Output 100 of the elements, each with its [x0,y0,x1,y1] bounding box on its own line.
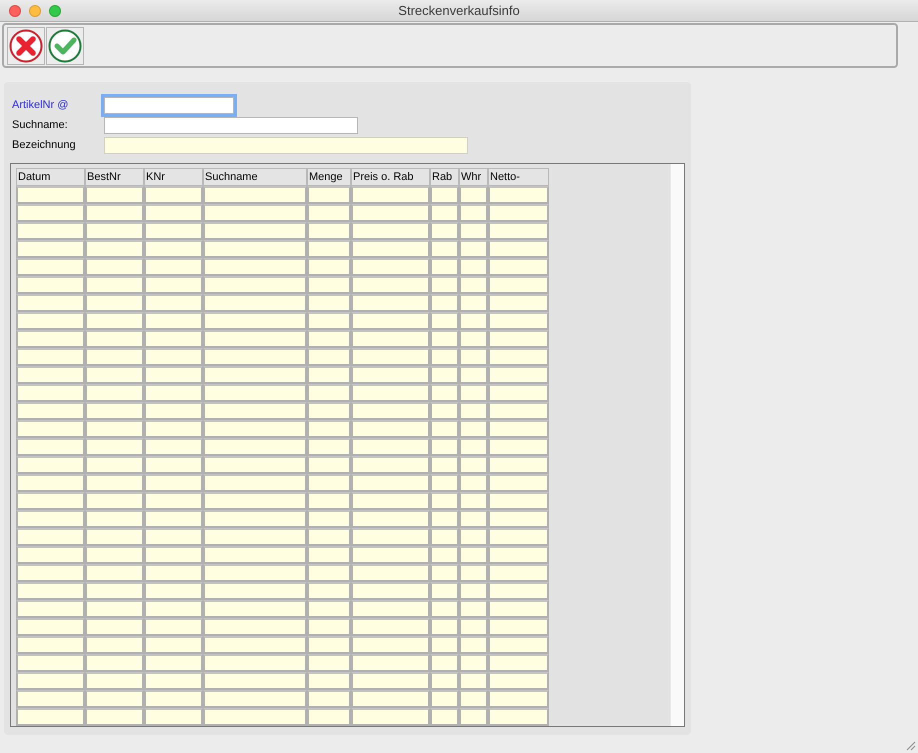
table-cell [307,330,351,348]
column-header[interactable]: KNr [144,168,203,186]
table-cell [488,708,549,726]
table-cell [85,636,144,654]
column-header[interactable]: Menge [307,168,351,186]
table-cell [16,564,85,582]
table-cell [488,582,549,600]
table-cell [144,438,203,456]
column-header[interactable]: Netto- [488,168,549,186]
confirm-button[interactable] [46,26,84,64]
table-cell [16,474,85,492]
table-cell [307,546,351,564]
table-cell [488,384,549,402]
table-cell [488,204,549,222]
table-cell [144,690,203,708]
table-cell [430,546,459,564]
table-cell [307,510,351,528]
table-cell [430,258,459,276]
table-cell [144,204,203,222]
table-cell [488,240,549,258]
table-cell [307,402,351,420]
table-cell [459,186,488,204]
window-title: Streckenverkaufsinfo [398,2,520,20]
table-cell [430,690,459,708]
table-cell [459,690,488,708]
table-cell [144,618,203,636]
table-cell [144,258,203,276]
table-cell [430,474,459,492]
table-cell [307,492,351,510]
table-cell [144,546,203,564]
table-cell [85,330,144,348]
table-cell [488,348,549,366]
table-cell [16,276,85,294]
table-cell [430,510,459,528]
minimize-window-icon[interactable] [29,4,41,16]
table-cell [16,708,85,726]
input-field[interactable] [104,96,234,114]
table-cell [307,438,351,456]
column-header[interactable]: Whr [459,168,488,186]
table-cell [459,330,488,348]
table-cell [16,330,85,348]
cancel-button[interactable] [7,26,45,64]
table-cell [488,636,549,654]
table-cell [144,600,203,618]
table-cell [307,618,351,636]
column-header[interactable]: Rab [430,168,459,186]
input-field[interactable] [104,116,358,134]
table-cell [459,402,488,420]
table-cell [16,420,85,438]
column-header[interactable]: Preis o. Rab [351,168,430,186]
table-cell [16,510,85,528]
table-cell [307,312,351,330]
table-cell [459,582,488,600]
table-cell [430,618,459,636]
table-cell [307,708,351,726]
table-cell [144,240,203,258]
table-cell [488,456,549,474]
table-cell [16,186,85,204]
column-header[interactable]: BestNr [85,168,144,186]
close-window-icon[interactable] [9,4,21,16]
table-cell [16,222,85,240]
table-cell [16,546,85,564]
table-cell [459,222,488,240]
close-icon [9,28,43,62]
table-cell [144,384,203,402]
table-cell [459,492,488,510]
table-cell [307,528,351,546]
table-cell [144,420,203,438]
table-cell [85,546,144,564]
table-cell [430,636,459,654]
table-cell [144,474,203,492]
zoom-window-icon[interactable] [49,4,61,16]
table-cell [307,366,351,384]
table-cell [488,186,549,204]
table-cell [488,330,549,348]
table-cell [307,258,351,276]
column-header[interactable]: Datum [16,168,85,186]
table-cell [307,420,351,438]
table-cell [16,492,85,510]
table-cell [459,546,488,564]
table-cell [488,312,549,330]
table-cell [307,474,351,492]
table-cell [85,456,144,474]
column-header[interactable]: Suchname [203,168,307,186]
table-cell [430,294,459,312]
table-cell [307,240,351,258]
table-cell [144,492,203,510]
table-cell [85,384,144,402]
table-cell [459,636,488,654]
table-cell [144,654,203,672]
table-cell [16,582,85,600]
table-cell [16,690,85,708]
table-cell [459,240,488,258]
table-cell [430,312,459,330]
table-cell [430,348,459,366]
table-cell [85,690,144,708]
input-field[interactable] [104,136,468,154]
resize-grip-icon[interactable] [904,739,916,751]
table-cell [430,402,459,420]
table-cell [488,654,549,672]
